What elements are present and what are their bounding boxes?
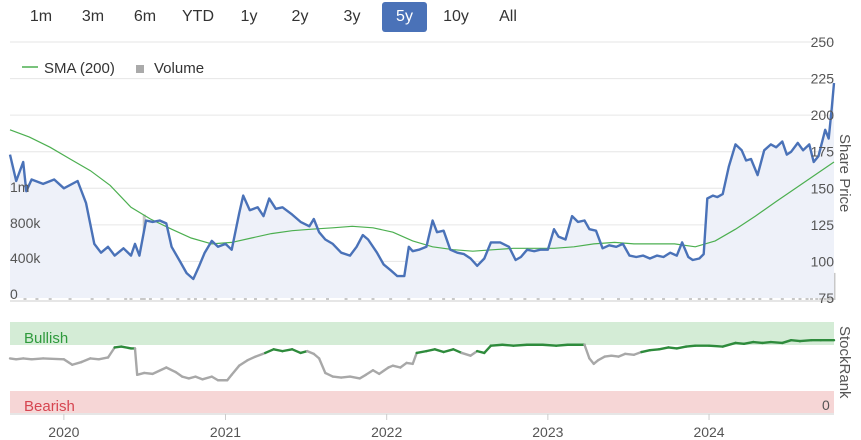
stockrank-segment [415, 349, 428, 355]
stockrank-segment [648, 348, 661, 352]
stockrank-segment [317, 357, 327, 375]
price-tick-label: 200 [811, 107, 835, 123]
stockrank-segment [133, 347, 139, 376]
stockrank-segment [71, 360, 83, 366]
stockrank-segment [174, 370, 184, 378]
share-price-axis-title: Share Price [836, 134, 853, 212]
stockrank-segment [442, 348, 455, 354]
stockrank-segment [512, 343, 529, 347]
x-tick-label: 2024 [693, 424, 724, 440]
stockrank-segment [120, 345, 133, 350]
stockrank-segment [433, 348, 445, 354]
stockrank-segment [264, 348, 275, 355]
price-tick-label: 150 [811, 180, 835, 196]
stockrank-tick-0: 0 [822, 397, 830, 413]
stockrank-segment [237, 359, 249, 367]
x-axis-ticks: 2020 2021 2022 2023 2024 [48, 414, 725, 440]
stock-chart: 250 225 200 175 150 125 100 75 1m 800k 400k 0 S… [8, 34, 853, 440]
bullish-zone [10, 322, 834, 345]
x-tick-label: 2022 [371, 424, 402, 440]
stockrank-segment [583, 343, 591, 360]
volume-tick-1m: 1m [10, 179, 29, 195]
stockrank-segment [751, 340, 764, 345]
stockrank-segment [41, 357, 66, 361]
stockrank-segment [230, 364, 241, 376]
stockrank-segment [377, 366, 390, 376]
price-tick-label: 225 [811, 71, 835, 87]
stockrank-segment [80, 357, 92, 364]
price-tick-label: 250 [811, 34, 835, 50]
stockrank-segment [339, 375, 352, 379]
stockrank-segment [364, 369, 375, 376]
stockrank-segment [460, 351, 472, 357]
price-tick-label: 125 [811, 217, 835, 233]
stockrank-segment [789, 339, 802, 343]
stockrank-segment [165, 366, 177, 374]
volume-tick-400k: 400k [10, 250, 41, 266]
stockrank-segment [272, 348, 284, 353]
stockrank-segment [62, 358, 74, 366]
stockrank-segment [22, 357, 33, 361]
stockrank-segment [684, 344, 697, 348]
bearish-label: Bearish [24, 398, 75, 415]
stockrank-segment [254, 351, 267, 358]
volume-tick-0: 0 [10, 286, 18, 302]
volume-legend-label[interactable]: Volume [154, 60, 204, 77]
chart-legend: SMA (200) Volume [22, 60, 204, 77]
stockrank-segment [667, 346, 678, 350]
stockrank-segment [246, 355, 257, 362]
price-tick-label: 175 [811, 144, 835, 160]
stockrank-segment [734, 341, 746, 346]
stockrank-segment [348, 375, 361, 380]
x-tick-label: 2020 [48, 424, 79, 440]
bearish-zone [10, 391, 834, 413]
stockrank-segment [798, 339, 813, 343]
stockrank-segment [469, 349, 479, 357]
stockrank-segment [143, 371, 154, 376]
stockrank-segment [675, 345, 688, 350]
stockrank-segment [281, 348, 294, 353]
stockrank-segment [489, 343, 504, 347]
x-tick-label: 2023 [532, 424, 563, 440]
stockrank-segment [89, 357, 100, 361]
stockrank-segment [97, 356, 110, 361]
stockrank-line [8, 339, 836, 382]
volume-legend-swatch [136, 65, 144, 73]
stockrank-segment [331, 375, 343, 379]
bullish-label: Bullish [24, 330, 68, 347]
stockrank-segment [452, 348, 463, 355]
stockrank-segment [761, 340, 773, 345]
stockrank-segment [324, 371, 334, 378]
stockrank-segment [707, 344, 724, 348]
stockrank-axis-title: StockRank [836, 326, 853, 399]
stockrank-segment [151, 366, 168, 376]
stockrank-segment [201, 375, 214, 381]
stockrank-segment [290, 348, 302, 355]
sma-legend-label[interactable]: SMA (200) [44, 60, 115, 77]
stockrank-segment [657, 346, 670, 351]
stockrank-segment [106, 346, 116, 359]
stockrank-segment [30, 357, 45, 361]
stockrank-segment [769, 340, 784, 345]
stockrank-segment [623, 352, 636, 356]
price-tick-label: 75 [818, 290, 834, 306]
stockrank-segment [483, 344, 493, 355]
stockrank-segment [640, 349, 652, 354]
stockrank-segment [501, 343, 515, 347]
stockrank-segment [425, 348, 437, 353]
stockrank-segment [541, 343, 558, 347]
volume-tick-800k: 800k [10, 215, 41, 231]
stockrank-segment [555, 343, 569, 347]
stockrank-segment [411, 351, 418, 366]
price-tick-label: 100 [811, 253, 835, 269]
x-tick-label: 2021 [210, 424, 241, 440]
